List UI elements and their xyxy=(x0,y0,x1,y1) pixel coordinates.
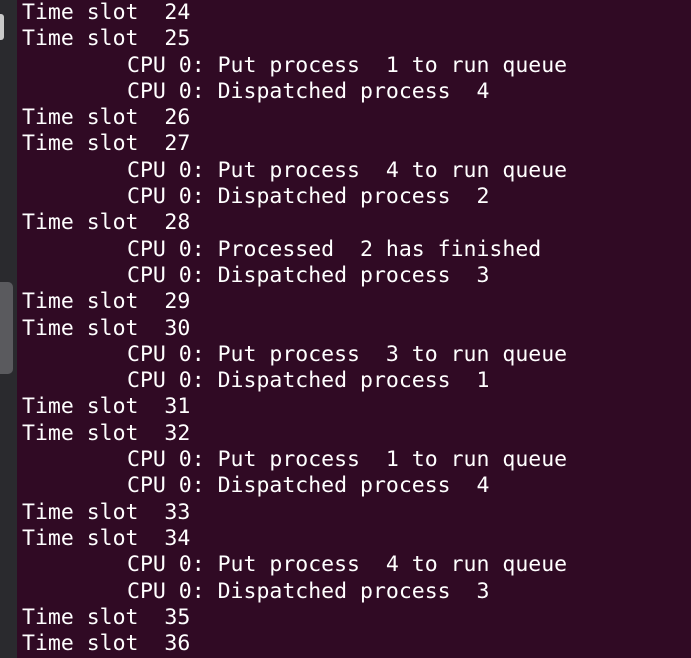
output-line: Time slot 27 xyxy=(22,131,191,157)
output-line: CPU 0: Dispatched process 3 xyxy=(127,262,490,288)
terminal-output[interactable]: Time slot 24 Time slot 25 CPU 0: Put pro… xyxy=(22,0,691,657)
output-line: Time slot 36 xyxy=(22,631,191,657)
output-line: CPU 0: Put process 1 to run queue xyxy=(127,52,568,78)
output-line: Time slot 28 xyxy=(22,210,191,236)
output-line: Time slot 32 xyxy=(22,420,191,446)
output-line: CPU 0: Dispatched process 2 xyxy=(127,184,490,210)
output-line: Time slot 31 xyxy=(22,394,191,420)
output-line: Time slot 26 xyxy=(22,105,191,131)
output-line: CPU 0: Processed 2 has finished xyxy=(127,236,542,262)
output-line: CPU 0: Dispatched process 4 xyxy=(127,78,490,104)
active-app-indicator xyxy=(0,14,4,40)
output-line: CPU 0: Put process 4 to run queue xyxy=(127,157,568,183)
terminal-window[interactable]: Time slot 24 Time slot 25 CPU 0: Put pro… xyxy=(0,0,691,658)
output-line: CPU 0: Dispatched process 1 xyxy=(127,368,490,394)
output-line: CPU 0: Dispatched process 4 xyxy=(127,473,490,499)
output-line: Time slot 24 xyxy=(22,0,191,25)
output-line: Time slot 25 xyxy=(22,26,191,52)
output-line: Time slot 29 xyxy=(22,289,191,315)
output-line: Time slot 35 xyxy=(22,604,191,630)
output-line: CPU 0: Dispatched process 3 xyxy=(127,578,490,604)
output-line: CPU 0: Put process 4 to run queue xyxy=(127,552,568,578)
output-line: Time slot 34 xyxy=(22,525,191,551)
output-line: Time slot 33 xyxy=(22,499,191,525)
output-line: CPU 0: Put process 1 to run queue xyxy=(127,447,568,473)
dock-strip xyxy=(0,0,17,658)
output-line: Time slot 30 xyxy=(22,315,191,341)
output-line: CPU 0: Put process 3 to run queue xyxy=(127,341,568,367)
scrollbar-thumb[interactable] xyxy=(0,282,13,374)
